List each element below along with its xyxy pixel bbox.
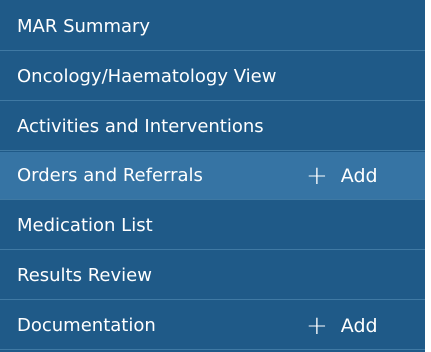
add-documentation-button[interactable]: + Add [306, 313, 378, 339]
nav-item-label: Activities and Interventions [17, 116, 264, 137]
nav-item-documentation[interactable]: Documentation + Add [0, 302, 425, 350]
add-label: Add [340, 164, 378, 187]
add-label: Add [340, 314, 378, 337]
nav-item-label: MAR Summary [17, 16, 151, 37]
plus-icon: + [306, 310, 328, 341]
nav-item-activities-and-interventions[interactable]: Activities and Interventions [0, 103, 425, 151]
nav-item-mar-summary[interactable]: MAR Summary [0, 3, 425, 51]
nav-item-label: Orders and Referrals [17, 165, 203, 186]
nav-item-oncology-haematology-view[interactable]: Oncology/Haematology View [0, 53, 425, 101]
nav-item-medication-list[interactable]: Medication List [0, 202, 425, 250]
nav-item-results-review[interactable]: Results Review [0, 252, 425, 300]
plus-icon: + [306, 160, 328, 191]
nav-item-label: Oncology/Haematology View [17, 66, 277, 87]
nav-item-orders-and-referrals[interactable]: Orders and Referrals + Add [0, 152, 425, 200]
add-orders-button[interactable]: + Add [306, 163, 378, 189]
nav-item-label: Results Review [17, 265, 152, 286]
nav-item-label: Documentation [17, 315, 156, 336]
side-navigation: MAR Summary Oncology/Haematology View Ac… [0, 0, 425, 352]
page-edge [425, 0, 431, 352]
nav-item-label: Medication List [17, 215, 153, 236]
